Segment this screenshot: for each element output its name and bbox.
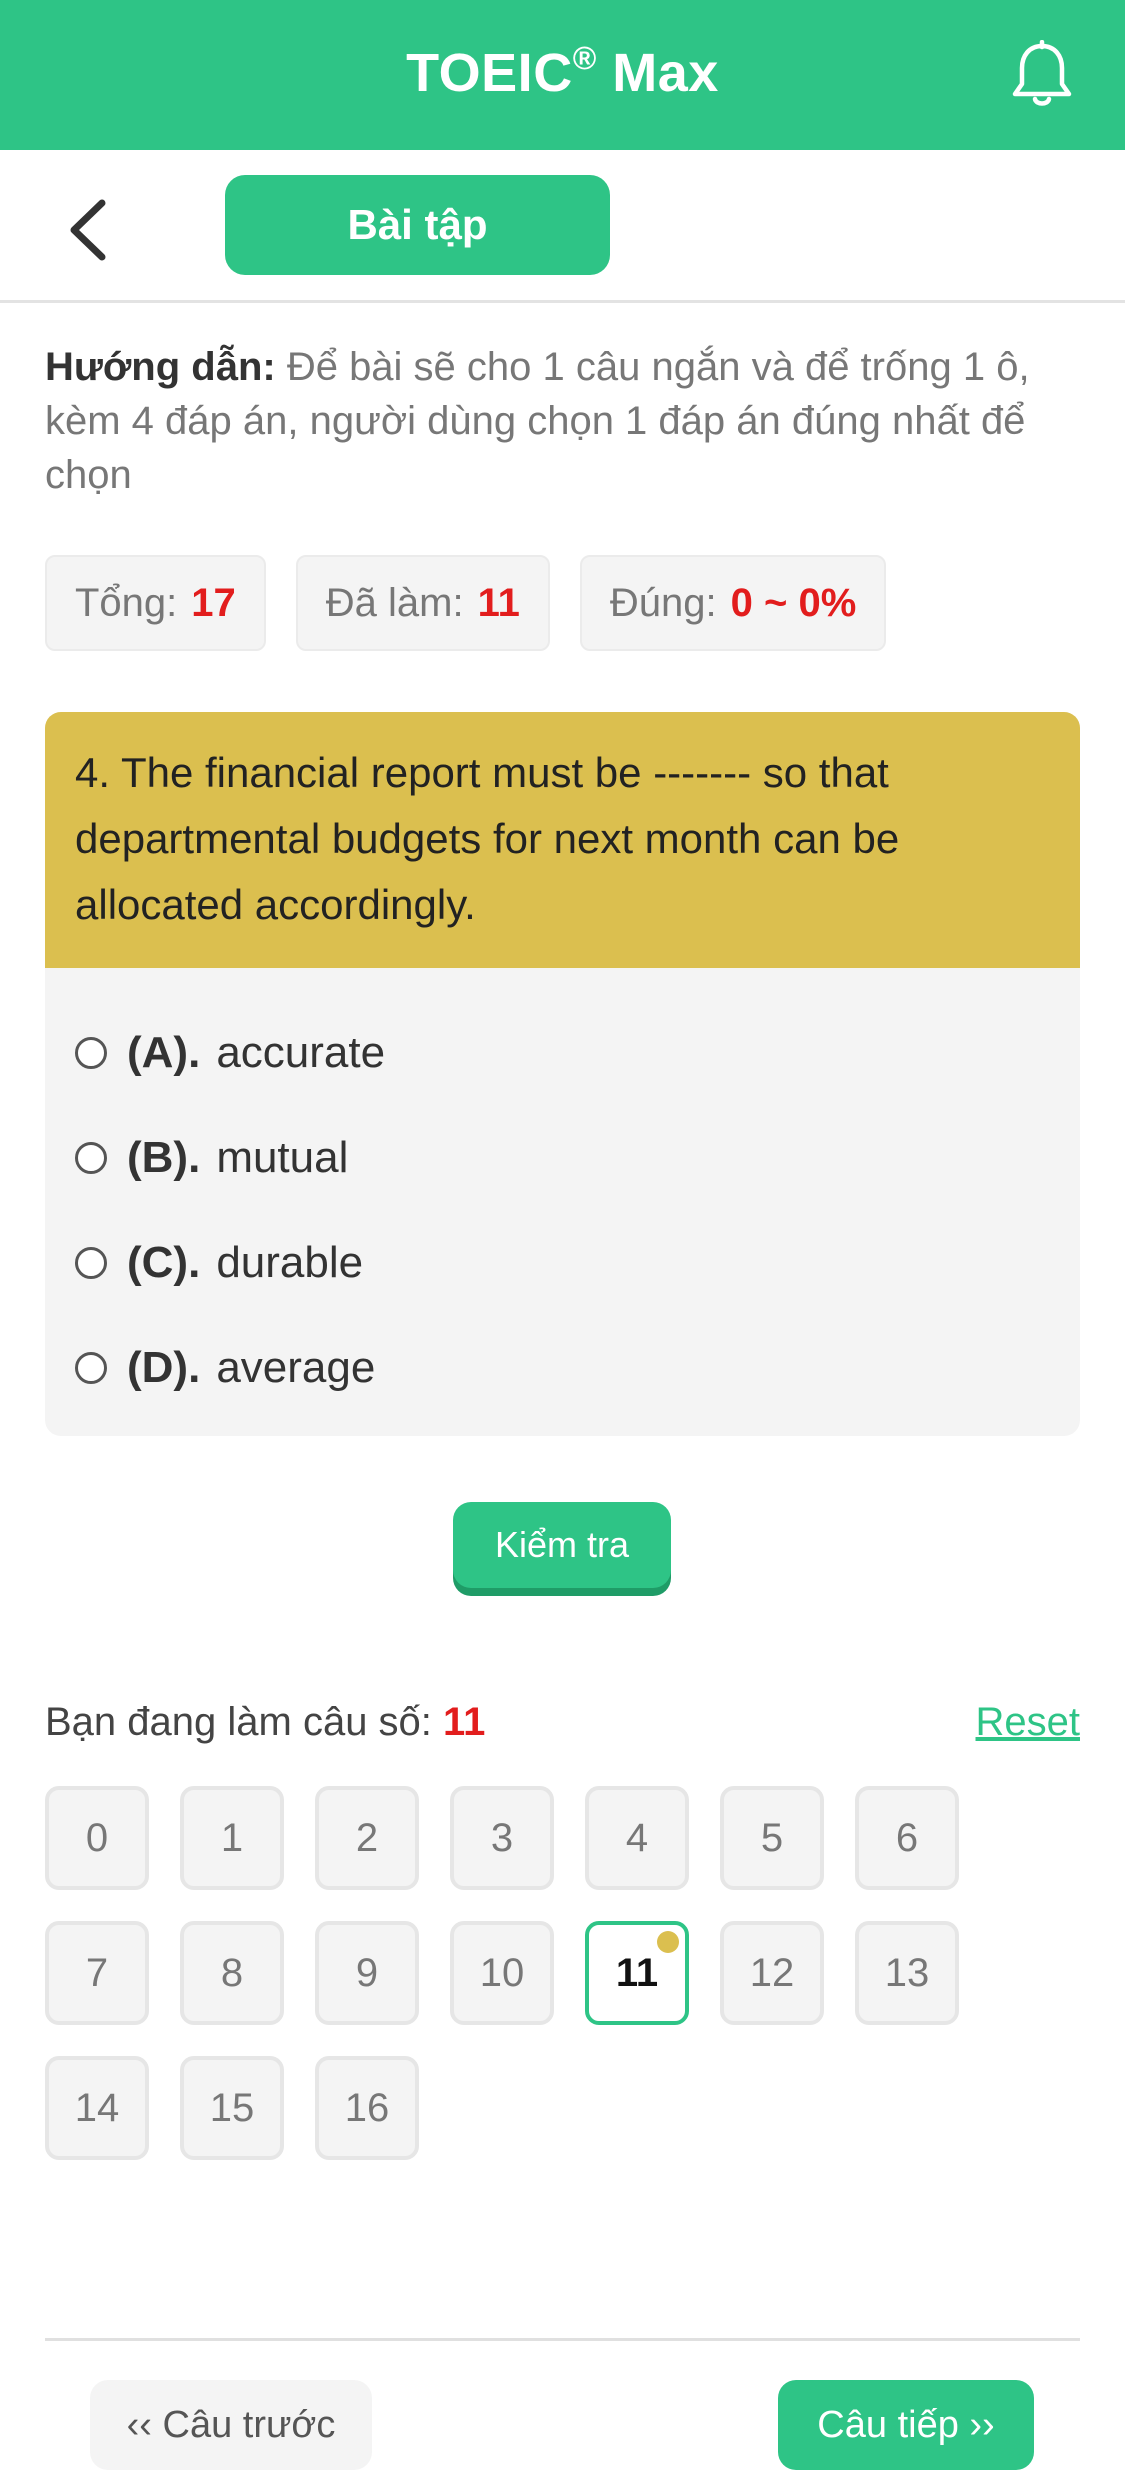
question-number-7[interactable]: 7 — [45, 1921, 149, 2025]
question-number-14[interactable]: 14 — [45, 2056, 149, 2160]
option-a[interactable]: (A). accurate — [45, 1000, 1080, 1105]
app-header: TOEIC® Max — [0, 0, 1125, 150]
radio-icon[interactable] — [75, 1246, 107, 1279]
stats-row: Tổng: 17 Đã làm: 11 Đúng: 0 ~ 0% — [45, 555, 887, 651]
question-number-8[interactable]: 8 — [180, 1921, 284, 2025]
current-dot-icon — [657, 1931, 679, 1953]
radio-icon[interactable] — [75, 1141, 107, 1174]
check-button[interactable]: Kiểm tra — [453, 1502, 671, 1588]
question-number-3[interactable]: 3 — [450, 1786, 554, 1890]
question-text: 4. The financial report must be ------- … — [45, 712, 1080, 968]
option-d[interactable]: (D). average — [45, 1315, 1080, 1420]
answer-options: (A). accurate (B). mutual (C). durable (D).… — [45, 968, 1080, 1420]
question-number-10[interactable]: 10 — [450, 1921, 554, 2025]
reset-link[interactable]: Reset — [976, 1700, 1081, 1745]
question-number-12[interactable]: 12 — [720, 1921, 824, 2025]
question-number-2[interactable]: 2 — [315, 1786, 419, 1890]
question-number-1[interactable]: 1 — [180, 1786, 284, 1890]
question-number-6[interactable]: 6 — [855, 1786, 959, 1890]
instructions: Hướng dẫn: Để bài sẽ cho 1 câu ngắn và đ… — [45, 340, 1085, 502]
stat-done: Đã làm: 11 — [295, 555, 550, 651]
current-question-indicator: Bạn đang làm câu số: 11 — [45, 1700, 486, 1744]
tab-exercises[interactable]: Bài tập — [225, 175, 610, 275]
question-number-13[interactable]: 13 — [855, 1921, 959, 2025]
stat-correct: Đúng: 0 ~ 0% — [579, 555, 887, 651]
chevron-left-icon[interactable] — [60, 195, 120, 265]
question-number-16[interactable]: 16 — [315, 2056, 419, 2160]
previous-question-button[interactable]: ‹‹ Câu trước — [90, 2380, 372, 2470]
question-number-0[interactable]: 0 — [45, 1786, 149, 1890]
question-number-4[interactable]: 4 — [585, 1786, 689, 1890]
question-number-9[interactable]: 9 — [315, 1921, 419, 2025]
app-title: TOEIC® Max — [406, 40, 719, 103]
instructions-label: Hướng dẫn: — [45, 345, 276, 389]
option-b[interactable]: (B). mutual — [45, 1105, 1080, 1210]
question-number-5[interactable]: 5 — [720, 1786, 824, 1890]
stat-total: Tổng: 17 — [45, 555, 266, 651]
radio-icon[interactable] — [75, 1351, 107, 1384]
radio-icon[interactable] — [75, 1036, 107, 1069]
question-card: 4. The financial report must be ------- … — [45, 712, 1080, 1436]
next-question-button[interactable]: Câu tiếp ›› — [778, 2380, 1034, 2470]
divider — [45, 2338, 1080, 2341]
sub-toolbar: Bài tập — [0, 150, 1125, 303]
question-number-15[interactable]: 15 — [180, 2056, 284, 2160]
question-number-11[interactable]: 11 — [585, 1921, 689, 2025]
option-c[interactable]: (C). durable — [45, 1210, 1080, 1315]
question-number-grid: 0 1 2 3 4 5 6 7 8 9 10 11 12 13 14 15 16 — [45, 1786, 1085, 2160]
bell-icon[interactable] — [1009, 40, 1075, 110]
